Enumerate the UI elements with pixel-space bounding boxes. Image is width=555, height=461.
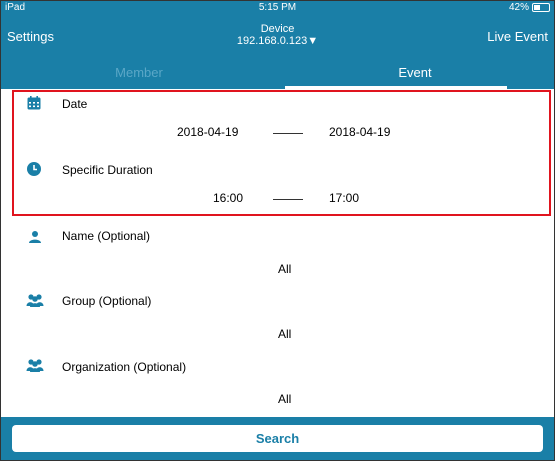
organization-icon bbox=[26, 359, 44, 372]
status-time: 5:15 PM bbox=[258, 2, 297, 13]
battery-percent: 42% bbox=[508, 2, 529, 13]
tab-event[interactable]: Event bbox=[277, 59, 553, 89]
live-event-button[interactable]: Live Event bbox=[487, 29, 548, 44]
app-frame: iPad 5:15 PM 42% Settings Device 192.168… bbox=[0, 0, 555, 461]
duration-end[interactable]: 17:00 bbox=[329, 191, 359, 205]
date-end[interactable]: 2018-04-19 bbox=[329, 125, 390, 139]
battery-icon bbox=[532, 3, 550, 12]
group-value[interactable]: All bbox=[278, 327, 291, 341]
battery-status: 42% bbox=[509, 2, 550, 13]
date-title: Date bbox=[62, 97, 88, 111]
tab-indicator bbox=[285, 86, 507, 89]
date-start[interactable]: 2018-04-19 bbox=[177, 125, 238, 139]
name-value[interactable]: All bbox=[278, 262, 291, 276]
navigation-bar: Settings Device 192.168.0.123▼ Live Even… bbox=[1, 15, 554, 59]
calendar-icon bbox=[27, 96, 41, 110]
group-title: Group (Optional) bbox=[62, 294, 152, 308]
duration-range-separator bbox=[273, 199, 303, 200]
search-bar: Search bbox=[1, 417, 554, 460]
search-button[interactable]: Search bbox=[12, 425, 543, 452]
status-bar: iPad 5:15 PM 42% bbox=[1, 1, 554, 15]
tab-member[interactable]: Member bbox=[1, 59, 277, 89]
duration-title: Specific Duration bbox=[62, 163, 153, 177]
clock-icon bbox=[27, 162, 41, 176]
tab-event-label: Event bbox=[398, 65, 432, 80]
organization-title: Organization (Optional) bbox=[62, 360, 187, 374]
tab-bar: Member Event bbox=[1, 59, 554, 89]
name-title: Name (Optional) bbox=[62, 229, 151, 243]
person-icon bbox=[29, 231, 41, 243]
organization-value[interactable]: All bbox=[278, 392, 291, 406]
date-range-separator bbox=[273, 133, 303, 134]
device-address: 192.168.0.123▼ bbox=[236, 35, 319, 47]
highlight-box bbox=[12, 90, 551, 216]
group-icon bbox=[26, 294, 44, 307]
duration-start[interactable]: 16:00 bbox=[213, 191, 243, 205]
device-title: Device bbox=[260, 23, 295, 35]
device-selector[interactable]: Device 192.168.0.123▼ bbox=[1, 23, 554, 47]
